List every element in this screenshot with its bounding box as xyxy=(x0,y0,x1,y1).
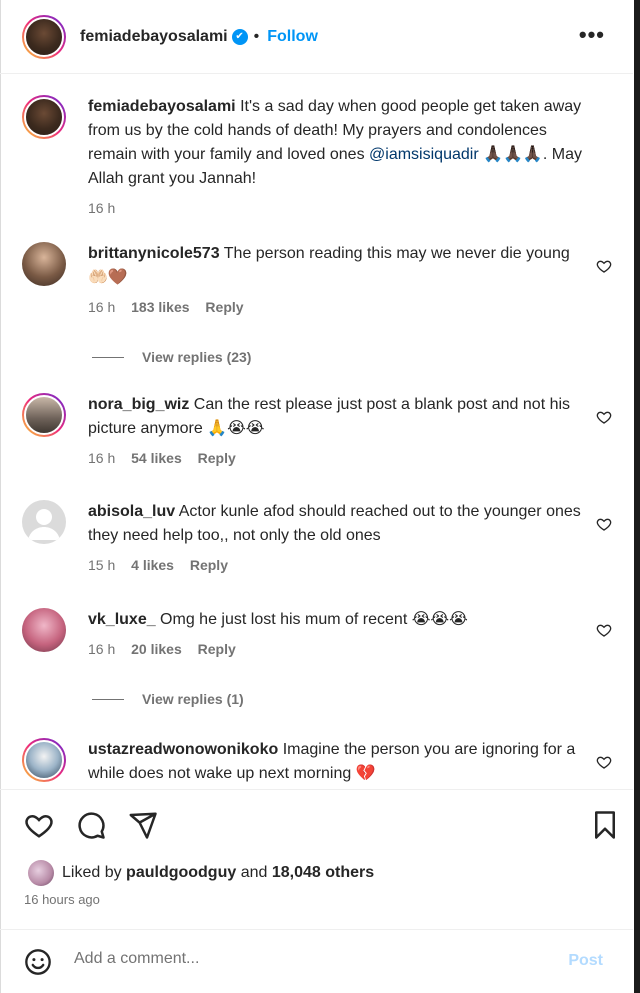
bookmark-icon[interactable] xyxy=(590,810,620,840)
reply-button[interactable]: Reply xyxy=(190,557,228,573)
share-icon[interactable] xyxy=(128,810,158,840)
liker-avatar[interactable] xyxy=(28,860,54,886)
comment-text: Omg he just lost his mum of recent 😭😭😭 xyxy=(155,611,468,628)
post-button[interactable]: Post xyxy=(568,952,603,970)
comment-item: brittanynicole573 The person reading thi… xyxy=(22,242,612,332)
comment-item: nora_big_wiz Can the rest please just po… xyxy=(22,393,612,483)
liked-by-user-link[interactable]: pauldgoodguy xyxy=(126,864,236,882)
liked-by-others-link[interactable]: 18,048 others xyxy=(272,864,374,882)
comment-username[interactable]: nora_big_wiz xyxy=(88,396,189,413)
separator-dot: • xyxy=(253,27,260,45)
comment-item: ustazreadwonowonikoko Imagine the person… xyxy=(22,738,612,788)
liked-by-mid: and xyxy=(236,864,272,881)
heart-icon[interactable] xyxy=(596,258,612,274)
more-options-icon[interactable]: ••• xyxy=(579,22,605,48)
view-replies-button[interactable]: View replies (1) xyxy=(92,691,244,707)
post-actions: Liked by pauldgoodguy and 18,048 others … xyxy=(0,789,633,929)
reply-button[interactable]: Reply xyxy=(205,299,243,315)
post-header: femiadebayosalami ✔ • Follow ••• xyxy=(0,0,633,74)
comment-username[interactable]: vk_luxe_ xyxy=(88,611,156,628)
post-caption: femiadebayosalami It's a sad day when go… xyxy=(22,95,612,245)
comments-scroll-area[interactable]: femiadebayosalami It's a sad day when go… xyxy=(0,75,633,788)
verified-badge-icon: ✔ xyxy=(231,28,248,45)
emoji-icon[interactable] xyxy=(24,948,52,976)
comment-likes[interactable]: 20 likes xyxy=(131,641,182,657)
comment-likes[interactable]: 183 likes xyxy=(131,299,189,315)
comment-input[interactable] xyxy=(74,950,554,968)
liked-by-prefix: Liked by xyxy=(62,864,127,881)
comment-time: 16 h xyxy=(88,299,116,315)
comment-likes[interactable]: 4 likes xyxy=(131,557,174,573)
add-comment-bar: Post xyxy=(0,929,633,993)
comment-time: 16 h xyxy=(88,450,116,466)
view-replies-button[interactable]: View replies (23) xyxy=(92,349,251,365)
caption-mention-link[interactable]: @iamsisiquadir xyxy=(369,146,479,163)
author-avatar[interactable] xyxy=(22,14,66,59)
like-heart-icon[interactable] xyxy=(24,810,54,840)
comment-username[interactable]: ustazreadwonowonikoko xyxy=(88,741,278,758)
author-username[interactable]: femiadebayosalami xyxy=(80,28,228,46)
comment-username[interactable]: abisola_luv xyxy=(88,503,175,520)
caption-username[interactable]: femiadebayosalami xyxy=(88,98,236,115)
caption-author-avatar[interactable] xyxy=(22,95,66,139)
comment-time: 16 h xyxy=(88,641,116,657)
heart-icon[interactable] xyxy=(596,754,612,770)
commenter-avatar[interactable] xyxy=(22,242,66,286)
reply-button[interactable]: Reply xyxy=(198,450,236,466)
caption-time: 16 h xyxy=(88,200,116,216)
liked-by-line: Liked by pauldgoodguy and 18,048 others xyxy=(28,860,374,886)
post-timestamp: 16 hours ago xyxy=(24,892,100,907)
reply-button[interactable]: Reply xyxy=(198,641,236,657)
comment-username[interactable]: brittanynicole573 xyxy=(88,245,220,262)
heart-icon[interactable] xyxy=(596,409,612,425)
comment-item: vk_luxe_ Omg he just lost his mum of rec… xyxy=(22,608,612,678)
replies-divider xyxy=(92,698,124,700)
heart-icon[interactable] xyxy=(596,516,612,532)
commenter-avatar[interactable] xyxy=(22,608,66,652)
comment-time: 15 h xyxy=(88,557,116,573)
replies-divider xyxy=(92,356,124,358)
follow-button[interactable]: Follow xyxy=(267,28,318,46)
comment-icon[interactable] xyxy=(76,810,106,840)
comment-item: abisola_luv Actor kunle afod should reac… xyxy=(22,500,612,590)
default-avatar-icon[interactable] xyxy=(22,500,66,544)
heart-icon[interactable] xyxy=(596,622,612,638)
view-replies-label: View replies (1) xyxy=(142,691,244,707)
comment-likes[interactable]: 54 likes xyxy=(131,450,182,466)
commenter-avatar[interactable] xyxy=(22,738,66,782)
commenter-avatar[interactable] xyxy=(22,393,66,437)
view-replies-label: View replies (23) xyxy=(142,349,252,365)
